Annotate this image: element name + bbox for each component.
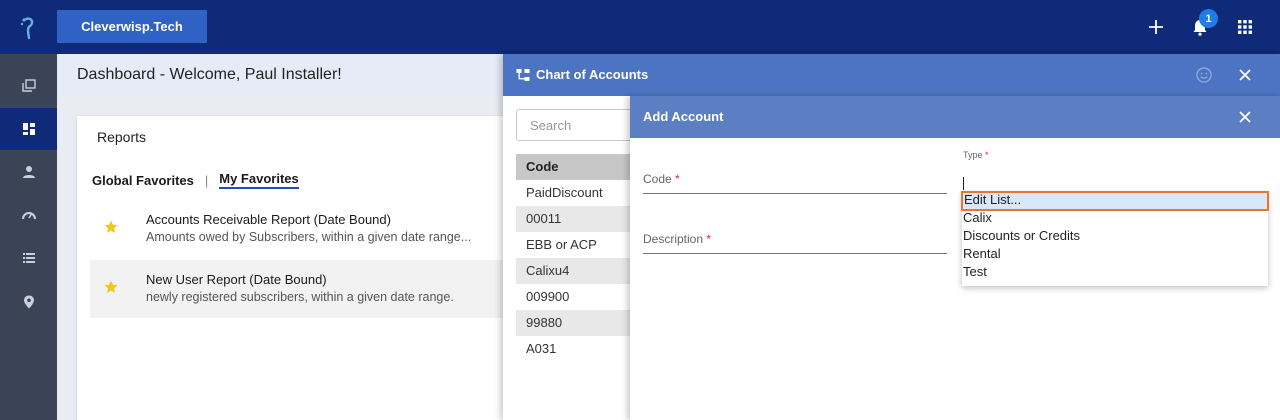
reports-title: Reports xyxy=(97,129,147,145)
rail-item-speed[interactable] xyxy=(0,194,57,236)
tab-my-favorites[interactable]: My Favorites xyxy=(219,171,299,189)
type-label-text: Type xyxy=(963,150,983,160)
chart-of-accounts-title: Chart of Accounts xyxy=(536,67,649,82)
table-row[interactable]: 99880 xyxy=(516,310,636,336)
reports-icon xyxy=(21,79,36,92)
reports-card: Reports Global Favorites | My Favorites … xyxy=(77,116,507,420)
code-field-label: Code * xyxy=(643,172,680,186)
code-label-text: Code xyxy=(643,172,672,186)
table-row[interactable]: A031 xyxy=(516,336,636,362)
report-title[interactable]: Accounts Receivable Report (Date Bound) xyxy=(146,212,391,227)
apps-grid-icon[interactable] xyxy=(1235,17,1255,37)
add-account-dialog: Add Account Code * Description * Type * … xyxy=(630,96,1280,420)
report-item[interactable]: New User Report (Date Bound) newly regis… xyxy=(90,260,507,318)
organization-button[interactable]: Cleverwisp.Tech xyxy=(57,10,207,43)
rail-item-reports[interactable] xyxy=(0,65,57,107)
search-input[interactable] xyxy=(516,109,646,141)
location-icon xyxy=(23,295,34,309)
type-option[interactable]: Test xyxy=(962,263,1268,281)
table-row[interactable]: 00011 xyxy=(516,206,636,232)
add-account-title: Add Account xyxy=(643,109,724,124)
top-bar: Cleverwisp.Tech 1 xyxy=(0,0,1280,54)
report-description: Amounts owed by Subscribers, within a gi… xyxy=(146,230,472,244)
rail-item-users[interactable] xyxy=(0,151,57,193)
description-label-text: Description xyxy=(643,232,704,246)
report-description: newly registered subscribers, within a g… xyxy=(146,290,454,304)
report-item[interactable]: Accounts Receivable Report (Date Bound) … xyxy=(90,200,507,258)
table-row[interactable]: 009900 xyxy=(516,284,636,310)
chart-of-accounts-header: Chart of Accounts xyxy=(503,54,1280,96)
required-mark: * xyxy=(985,150,989,160)
notification-badge: 1 xyxy=(1199,9,1218,28)
rail-item-dashboard[interactable] xyxy=(0,108,57,150)
type-field-label: Type * xyxy=(963,150,989,160)
app-logo-icon[interactable] xyxy=(18,14,40,40)
person-icon xyxy=(22,166,35,178)
code-column-header[interactable]: Code xyxy=(516,154,636,180)
close-icon[interactable] xyxy=(1237,109,1253,125)
rail-item-list[interactable] xyxy=(0,237,57,279)
tab-global-favorites[interactable]: Global Favorites xyxy=(92,173,194,188)
rail-item-locations[interactable] xyxy=(0,281,57,323)
left-navigation-rail xyxy=(0,54,57,420)
type-option[interactable]: Discounts or Credits xyxy=(962,227,1268,245)
add-account-header: Add Account xyxy=(630,96,1280,138)
required-mark: * xyxy=(675,172,680,186)
list-icon xyxy=(22,253,35,263)
page-title: Dashboard - Welcome, Paul Installer! xyxy=(77,66,342,83)
close-icon[interactable] xyxy=(1237,67,1253,83)
reports-tabs: Global Favorites | My Favorites xyxy=(92,171,299,189)
type-option[interactable]: Edit List... xyxy=(961,191,1269,211)
description-field[interactable] xyxy=(643,253,947,254)
table-row[interactable]: Calixu4 xyxy=(516,258,636,284)
add-icon[interactable] xyxy=(1146,17,1166,37)
dashboard-header: Dashboard - Welcome, Paul Installer! xyxy=(57,54,507,96)
tab-separator: | xyxy=(204,172,209,188)
required-mark: * xyxy=(706,232,712,246)
dashboard-icon xyxy=(22,123,35,135)
type-option[interactable]: Calix xyxy=(962,209,1268,227)
type-field-cursor[interactable] xyxy=(963,177,964,190)
report-title[interactable]: New User Report (Date Bound) xyxy=(146,272,327,287)
type-option[interactable]: Rental xyxy=(962,245,1268,263)
code-field[interactable] xyxy=(643,193,947,194)
speedometer-icon xyxy=(21,212,36,220)
description-field-label: Description * xyxy=(643,232,711,246)
table-row[interactable]: PaidDiscount xyxy=(516,180,636,206)
favorite-star-icon[interactable] xyxy=(104,220,118,234)
table-row[interactable]: EBB or ACP xyxy=(516,232,636,258)
feedback-smiley-icon[interactable] xyxy=(1195,66,1213,84)
favorite-star-icon[interactable] xyxy=(104,280,118,294)
hierarchy-icon xyxy=(516,69,530,81)
type-dropdown-list: Edit List... Calix Discounts or Credits … xyxy=(961,191,1269,286)
